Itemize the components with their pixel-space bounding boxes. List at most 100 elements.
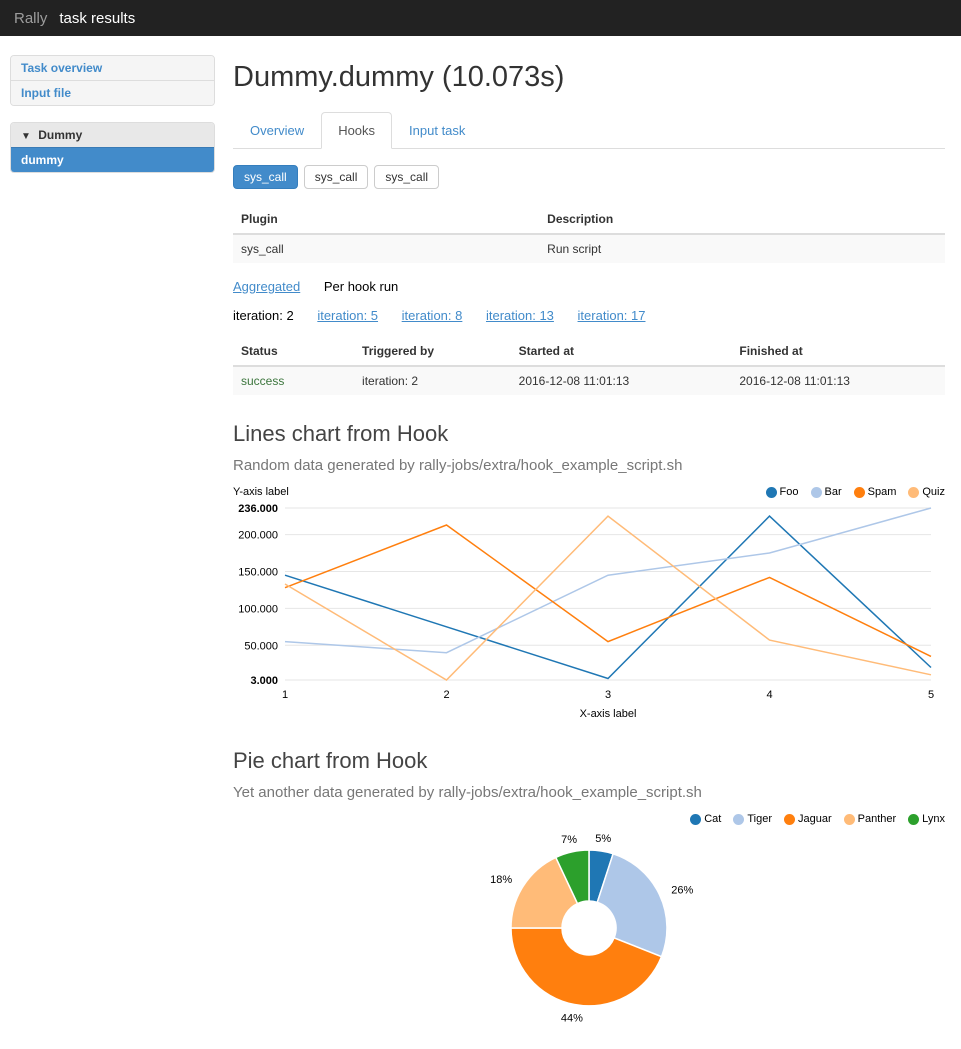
lines-chart-title: Lines chart from Hook xyxy=(233,421,945,447)
tab-overview[interactable]: Overview xyxy=(233,112,321,149)
tab-overview-label: Overview xyxy=(250,123,304,138)
iteration-link-13[interactable]: iteration: 13 xyxy=(486,308,554,323)
sidebar-item-dummy[interactable]: dummy xyxy=(11,147,214,172)
y-tick-label: 100.000 xyxy=(238,603,278,615)
x-tick-label: 5 xyxy=(928,689,934,701)
column-header-triggered-by: Triggered by xyxy=(354,337,511,366)
iteration-link-5[interactable]: iteration: 5 xyxy=(317,308,378,323)
iteration-link-17[interactable]: iteration: 17 xyxy=(578,308,646,323)
legend-item-quiz[interactable]: Quiz xyxy=(908,486,945,498)
aggregated-link[interactable]: Aggregated xyxy=(233,279,300,294)
sidebar-item-task-overview[interactable]: Task overview xyxy=(11,56,214,80)
y-tick-label: 3.000 xyxy=(250,675,278,687)
legend-swatch-icon xyxy=(766,487,777,498)
runs-table: Status Triggered by Started at Finished … xyxy=(233,337,945,395)
legend-item-panther[interactable]: Panther xyxy=(844,813,897,825)
x-axis-label: X-axis label xyxy=(580,708,637,720)
lines-chart-legend: Foo Bar Spam Quiz xyxy=(766,486,945,498)
legend-label: Panther xyxy=(858,813,897,825)
page-title: Dummy.dummy (10.073s) xyxy=(233,61,945,94)
x-tick-label: 3 xyxy=(605,689,611,701)
plugin-table: Plugin Description sys_call Run script xyxy=(233,205,945,263)
legend-item-spam[interactable]: Spam xyxy=(854,486,897,498)
hook-button-3[interactable]: sys_call xyxy=(374,165,439,189)
legend-item-jaguar[interactable]: Jaguar xyxy=(784,813,832,825)
pie-chart-title: Pie chart from Hook xyxy=(233,748,945,774)
column-header-started-at: Started at xyxy=(511,337,732,366)
legend-swatch-icon xyxy=(908,487,919,498)
legend-label: Bar xyxy=(825,486,842,498)
tab-bar: Overview Hooks Input task xyxy=(233,112,945,149)
sidebar-scenario-group: ▼ Dummy dummy xyxy=(10,122,215,173)
legend-swatch-icon xyxy=(784,814,795,825)
iteration-current: iteration: 2 xyxy=(233,308,294,323)
table-row: sys_call Run script xyxy=(233,234,945,263)
lines-chart-subtitle: Random data generated by rally-jobs/extr… xyxy=(233,457,945,474)
legend-swatch-icon xyxy=(733,814,744,825)
legend-label: Foo xyxy=(780,486,799,498)
legend-item-foo[interactable]: Foo xyxy=(766,486,799,498)
legend-item-tiger[interactable]: Tiger xyxy=(733,813,772,825)
column-header-description: Description xyxy=(539,205,945,234)
legend-label: Quiz xyxy=(922,486,945,498)
x-tick-label: 4 xyxy=(766,689,772,701)
pie-percent-label-panther: 18% xyxy=(490,874,512,886)
status-badge: success xyxy=(233,366,354,395)
pie-percent-label-cat: 5% xyxy=(595,833,611,845)
navbar-title: task results xyxy=(59,10,135,27)
table-row: success iteration: 2 2016-12-08 11:01:13… xyxy=(233,366,945,395)
iteration-link-8[interactable]: iteration: 8 xyxy=(402,308,463,323)
tab-input-task-label: Input task xyxy=(409,123,465,138)
pie-chart-legend: Cat Tiger Jaguar Panther Lynx xyxy=(690,813,945,825)
brand-logo[interactable]: Rally xyxy=(14,10,47,27)
y-axis-label: Y-axis label xyxy=(233,486,289,498)
y-tick-label: 50.000 xyxy=(244,640,278,652)
legend-label: Lynx xyxy=(922,813,945,825)
series-line-spam xyxy=(285,525,931,656)
column-header-status: Status xyxy=(233,337,354,366)
legend-item-bar[interactable]: Bar xyxy=(811,486,842,498)
legend-swatch-icon xyxy=(690,814,701,825)
pie-slice-tiger xyxy=(597,854,667,957)
lines-chart-header: Y-axis label Foo Bar Spam Quiz xyxy=(233,486,945,498)
pie-percent-label-jaguar: 44% xyxy=(561,1012,583,1024)
legend-item-cat[interactable]: Cat xyxy=(690,813,721,825)
y-tick-label: 200.000 xyxy=(238,530,278,542)
legend-label: Spam xyxy=(868,486,897,498)
column-header-finished-at: Finished at xyxy=(731,337,945,366)
legend-label: Jaguar xyxy=(798,813,832,825)
hook-button-2[interactable]: sys_call xyxy=(304,165,369,189)
sidebar-group-label: Dummy xyxy=(38,128,82,142)
lines-chart: 3.00050.000100.000150.000200.000236.0001… xyxy=(233,500,945,722)
pie-chart: 5% 26% 44% 18% 7% xyxy=(233,827,945,1029)
pie-chart-section: Pie chart from Hook Yet another data gen… xyxy=(233,748,945,1029)
column-header-plugin: Plugin xyxy=(233,205,539,234)
legend-swatch-icon xyxy=(854,487,865,498)
legend-label: Tiger xyxy=(747,813,772,825)
plugin-cell: sys_call xyxy=(233,234,539,263)
main-content: Dummy.dummy (10.073s) Overview Hooks Inp… xyxy=(233,55,945,1029)
pie-chart-header: Cat Tiger Jaguar Panther Lynx xyxy=(233,813,945,825)
description-cell: Run script xyxy=(539,234,945,263)
sidebar-group-dummy[interactable]: ▼ Dummy xyxy=(11,123,214,147)
pie-percent-label-lynx: 7% xyxy=(561,834,577,846)
y-tick-label: 150.000 xyxy=(238,567,278,579)
iteration-row: iteration: 2 iteration: 5 iteration: 8 i… xyxy=(233,308,945,323)
hook-button-1[interactable]: sys_call xyxy=(233,165,298,189)
sidebar-item-input-file[interactable]: Input file xyxy=(11,80,214,105)
tab-input-task[interactable]: Input task xyxy=(392,112,482,149)
legend-item-lynx[interactable]: Lynx xyxy=(908,813,945,825)
per-hook-run-label[interactable]: Per hook run xyxy=(324,279,398,294)
started-at-cell: 2016-12-08 11:01:13 xyxy=(511,366,732,395)
pie-percent-label-tiger: 26% xyxy=(671,884,693,896)
triggered-by-cell: iteration: 2 xyxy=(354,366,511,395)
legend-label: Cat xyxy=(704,813,721,825)
lines-chart-section: Lines chart from Hook Random data genera… xyxy=(233,421,945,722)
legend-swatch-icon xyxy=(844,814,855,825)
tab-hooks-label: Hooks xyxy=(338,123,375,138)
sidebar-links: Task overview Input file xyxy=(10,55,215,106)
legend-swatch-icon xyxy=(908,814,919,825)
series-line-bar xyxy=(285,508,931,653)
tab-hooks[interactable]: Hooks xyxy=(321,112,392,149)
finished-at-cell: 2016-12-08 11:01:13 xyxy=(731,366,945,395)
